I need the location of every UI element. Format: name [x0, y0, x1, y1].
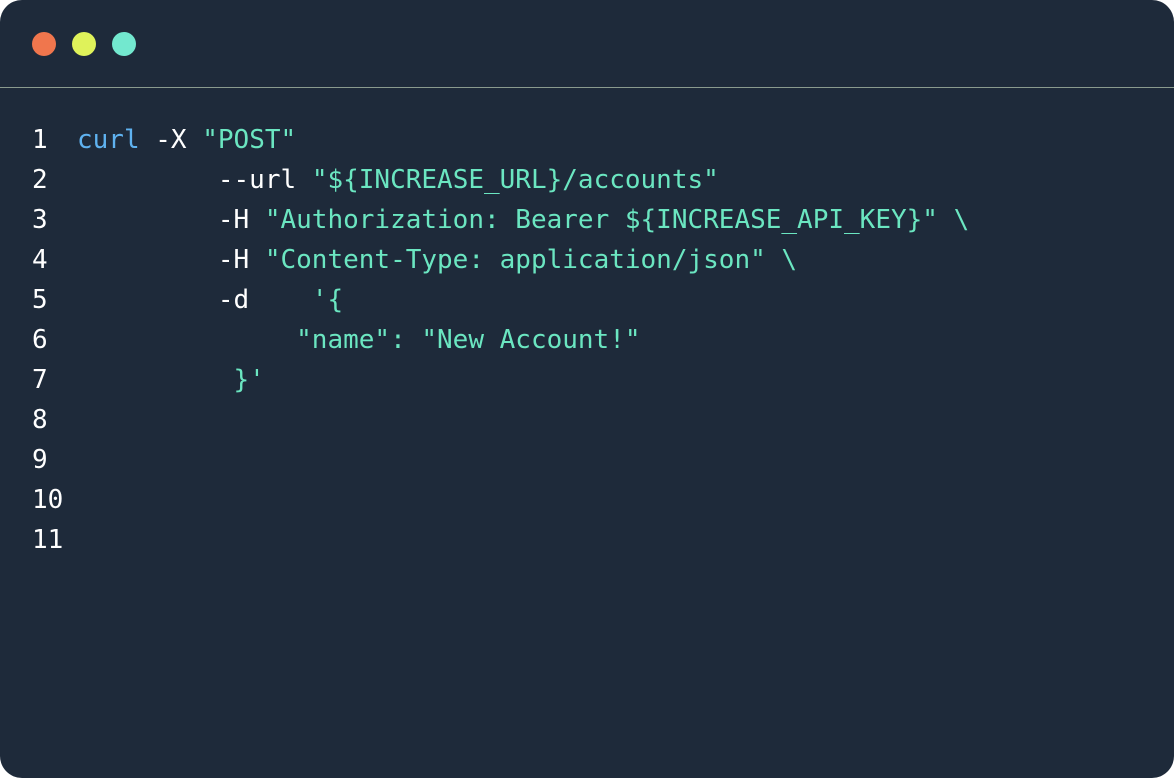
line-content: curl -X "POST"	[77, 120, 296, 160]
code-token: "POST"	[202, 125, 297, 155]
maximize-window-button[interactable]	[112, 32, 136, 56]
line-number: 9	[32, 445, 48, 475]
code-token: "${INCREASE_URL}/accounts"	[311, 165, 719, 195]
code-line: 9	[0, 440, 1174, 480]
code-token: }'	[77, 365, 265, 395]
code-token: "Authorization: Bearer ${INCREASE_API_KE…	[264, 205, 970, 235]
code-line: 6 "name": "New Account!"	[0, 320, 1174, 360]
code-window: 1 curl -X "POST" 2 --url "${INCREASE_URL}/…	[0, 0, 1174, 778]
code-line: 8	[0, 400, 1174, 440]
close-window-button[interactable]	[32, 32, 56, 56]
minimize-window-button[interactable]	[72, 32, 96, 56]
line-content: -H "Content-Type: application/json" \	[77, 240, 797, 280]
line-number: 7	[32, 365, 48, 395]
code-line: 4 -H "Content-Type: application/json" \	[0, 240, 1174, 280]
code-token: "Content-Type: application/json" \	[264, 245, 798, 275]
line-number: 5	[32, 285, 48, 315]
line-number: 11	[32, 525, 64, 555]
code-line: 3 -H "Authorization: Bearer ${INCREASE_A…	[0, 200, 1174, 240]
code-token: -X	[139, 125, 203, 155]
code-line: 11	[0, 520, 1174, 560]
code-line: 5 -d '{	[0, 280, 1174, 320]
line-content: "name": "New Account!"	[77, 320, 641, 360]
code-line: 7 }'	[0, 360, 1174, 400]
code-token: -H	[77, 245, 265, 275]
code-token: curl	[77, 125, 140, 155]
line-content: }'	[77, 360, 265, 400]
code-line: 2 --url "${INCREASE_URL}/accounts"	[0, 160, 1174, 200]
line-number: 4	[32, 245, 48, 275]
line-number: 3	[32, 205, 48, 235]
line-content: -H "Authorization: Bearer ${INCREASE_API…	[77, 200, 969, 240]
line-number: 10	[32, 485, 64, 515]
code-token: -d	[77, 285, 312, 315]
code-token: --url	[77, 165, 312, 195]
line-number: 2	[32, 165, 48, 195]
code-token: "name": "New Account!"	[77, 325, 641, 355]
code-line: 1 curl -X "POST"	[0, 120, 1174, 160]
line-content: -d '{	[77, 280, 343, 320]
code-block: 1 curl -X "POST" 2 --url "${INCREASE_URL}/…	[0, 120, 1174, 560]
code-token: '{	[311, 285, 344, 315]
line-number: 1	[32, 125, 48, 155]
line-content: --url "${INCREASE_URL}/accounts"	[77, 160, 719, 200]
line-number: 8	[32, 405, 48, 435]
window-titlebar	[0, 0, 1174, 88]
code-token: -H	[77, 205, 265, 235]
line-number: 6	[32, 325, 48, 355]
code-line: 10	[0, 480, 1174, 520]
